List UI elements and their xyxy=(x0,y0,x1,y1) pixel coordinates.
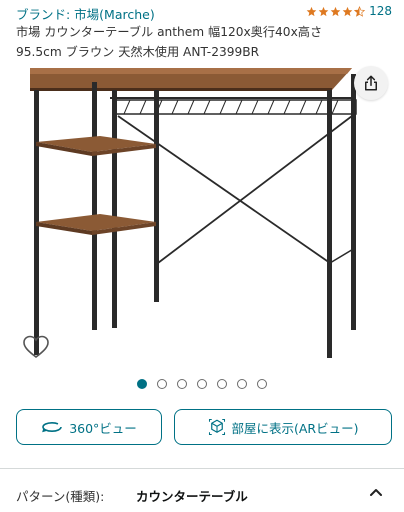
carousel-dot[interactable] xyxy=(177,379,187,389)
rating[interactable]: 128 xyxy=(306,4,392,18)
star-icon xyxy=(306,6,317,16)
brand-link[interactable]: ブランド: 市場(Marche) xyxy=(16,4,155,23)
brand-rating-row: ブランド: 市場(Marche) 128 xyxy=(16,4,392,22)
view-actions: 360°ビュー 部屋に表示(ARビュー) xyxy=(16,409,392,445)
carousel-dot[interactable] xyxy=(257,379,267,389)
carousel-dot[interactable] xyxy=(217,379,227,389)
pattern-value: カウンターテーブル xyxy=(136,489,248,504)
product-title: 市場 カウンターテーブル anthem 幅120x奥行40x高さ95.5cm ブ… xyxy=(16,25,323,59)
view-360-label: 360°ビュー xyxy=(69,420,137,436)
rating-count[interactable]: 128 xyxy=(369,4,392,18)
section-divider xyxy=(0,468,404,469)
view-360-button[interactable]: 360°ビュー xyxy=(16,409,162,445)
pattern-selector[interactable]: パターン(種類): カウンターテーブル xyxy=(16,484,392,504)
rotate-360-icon xyxy=(42,422,62,433)
share-button[interactable] xyxy=(354,66,388,100)
carousel-dot[interactable] xyxy=(157,379,167,389)
star-icon xyxy=(330,6,341,16)
chevron-up-icon[interactable] xyxy=(368,484,384,500)
star-icon xyxy=(342,6,353,16)
carousel-dot[interactable] xyxy=(237,379,247,389)
pattern-label: パターン(種類): xyxy=(16,489,105,504)
ar-cube-icon xyxy=(208,418,225,436)
share-icon xyxy=(365,75,377,91)
carousel-dots[interactable] xyxy=(0,379,404,389)
star-icon xyxy=(318,6,329,16)
product-image[interactable] xyxy=(0,58,404,370)
carousel-dot[interactable] xyxy=(197,379,207,389)
carousel-dot[interactable] xyxy=(137,379,147,389)
wishlist-button[interactable] xyxy=(22,334,50,360)
star-half-icon xyxy=(354,5,366,17)
star-rating xyxy=(306,5,366,17)
heart-icon xyxy=(23,335,49,359)
ar-view-label: 部屋に表示(ARビュー) xyxy=(231,420,359,436)
ar-view-button[interactable]: 部屋に表示(ARビュー) xyxy=(174,409,392,445)
